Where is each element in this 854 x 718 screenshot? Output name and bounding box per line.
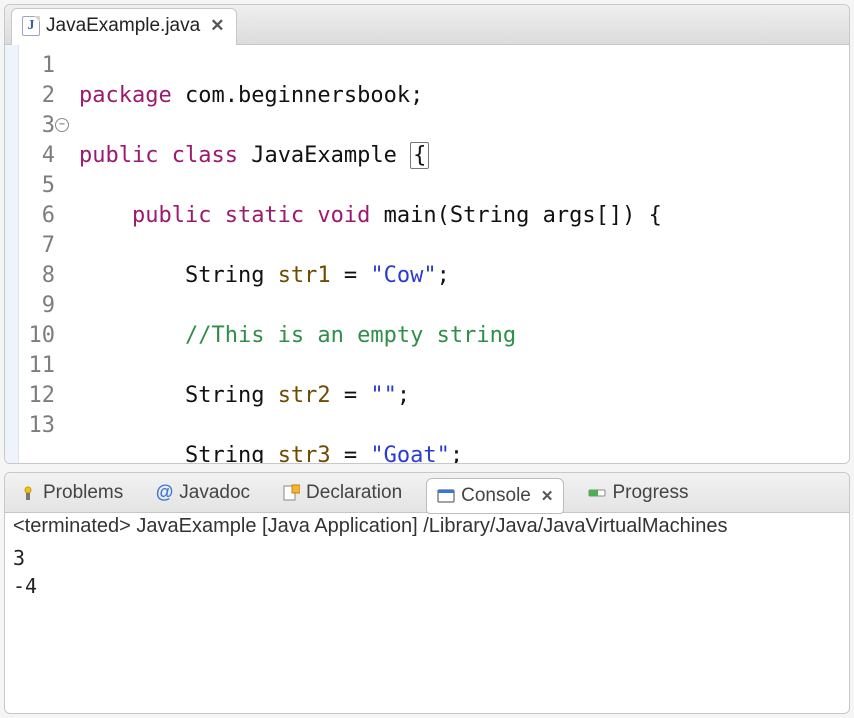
editor-tab-filename: JavaExample.java xyxy=(46,15,200,37)
method-name: main xyxy=(370,203,436,228)
tab-javadoc[interactable]: @ Javadoc xyxy=(147,478,258,508)
editor-tab-javaexample[interactable]: J JavaExample.java ✕ xyxy=(11,8,237,45)
javadoc-icon: @ xyxy=(155,484,173,502)
type: String xyxy=(185,383,278,408)
tab-console[interactable]: Console ✕ xyxy=(426,478,564,514)
editor-panel: J JavaExample.java ✕ 1 2 3− 4 5 6 7 8 9 … xyxy=(4,4,850,464)
tab-progress[interactable]: Progress xyxy=(580,478,696,508)
tab-label: Declaration xyxy=(306,482,402,504)
console-line: -4 xyxy=(13,574,37,598)
code-content[interactable]: package com.beginnersbook; public class … xyxy=(63,45,849,463)
tab-label: Console xyxy=(461,485,531,507)
tab-label: Progress xyxy=(612,482,688,504)
tab-label: Javadoc xyxy=(179,482,250,504)
variable: str1 xyxy=(278,263,331,288)
variable: str3 xyxy=(278,443,331,463)
code-area[interactable]: 1 2 3− 4 5 6 7 8 9 10 11 12 13 package c… xyxy=(5,45,849,463)
keyword: public static void xyxy=(132,203,370,228)
fold-toggle-icon[interactable]: − xyxy=(55,118,69,132)
string-literal: "Cow" xyxy=(370,263,436,288)
editor-tab-strip: J JavaExample.java ✕ xyxy=(5,5,849,45)
line-number-gutter: 1 2 3− 4 5 6 7 8 9 10 11 12 13 xyxy=(19,45,63,463)
progress-icon xyxy=(588,484,606,502)
problems-icon xyxy=(19,484,37,502)
declaration-icon xyxy=(282,484,300,502)
type: String xyxy=(185,443,278,463)
console-output[interactable]: 3 -4 xyxy=(5,540,849,713)
java-file-icon: J xyxy=(22,16,40,36)
class-name: JavaExample xyxy=(238,143,410,168)
keyword: package xyxy=(79,83,172,108)
tab-label: Problems xyxy=(43,482,123,504)
brace: { xyxy=(410,142,429,169)
string-literal: "Goat" xyxy=(370,443,449,463)
string-literal: "" xyxy=(370,383,397,408)
tab-declaration[interactable]: Declaration xyxy=(274,478,410,508)
console-header: <terminated> JavaExample [Java Applicati… xyxy=(5,513,849,540)
console-line: 3 xyxy=(13,546,25,570)
close-icon[interactable]: ✕ xyxy=(541,487,554,505)
bottom-panel: Problems @ Javadoc Declaration Console ✕… xyxy=(4,472,850,714)
code-text: com.beginnersbook; xyxy=(172,83,424,108)
console-icon xyxy=(437,487,455,505)
comment: //This is an empty string xyxy=(185,323,516,348)
type: String xyxy=(185,263,278,288)
marker-strip xyxy=(5,45,19,463)
close-icon[interactable]: ✕ xyxy=(210,16,224,36)
keyword: public class xyxy=(79,143,238,168)
variable: str2 xyxy=(278,383,331,408)
bottom-tab-strip: Problems @ Javadoc Declaration Console ✕… xyxy=(5,473,849,513)
code-text: (String args[]) { xyxy=(437,203,662,228)
tab-problems[interactable]: Problems xyxy=(11,478,131,508)
